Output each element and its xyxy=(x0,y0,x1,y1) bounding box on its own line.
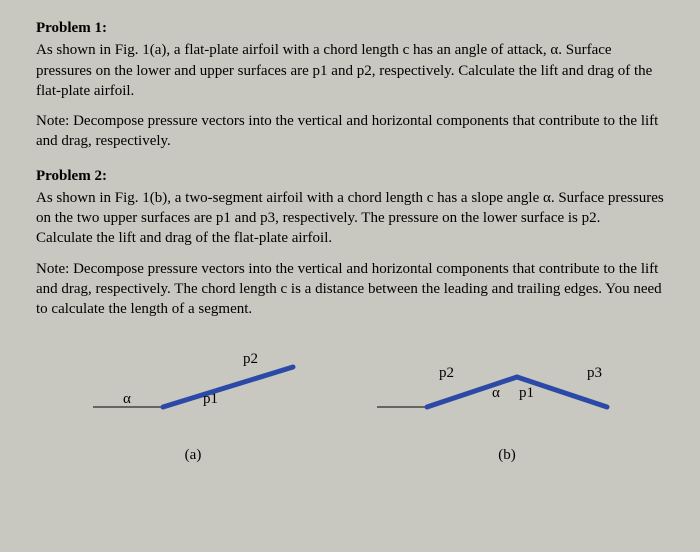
p1-label-a: p1 xyxy=(203,391,218,407)
figure-a: α p1 p2 (a) xyxy=(36,337,350,465)
flat-plate xyxy=(163,367,293,407)
p2-label-a: p2 xyxy=(243,351,258,367)
problem1-note: Note: Decompose pressure vectors into th… xyxy=(36,111,664,152)
p1-label-b: p1 xyxy=(519,385,534,401)
segment-1 xyxy=(427,377,517,407)
figure-b: p2 α p1 p3 (b) xyxy=(350,337,664,465)
problem2-title: Problem 2: xyxy=(36,166,664,186)
figures-row: α p1 p2 (a) p2 α p1 p3 (b) xyxy=(36,337,664,465)
figure-b-svg: p2 α p1 p3 xyxy=(367,337,647,427)
figure-b-caption: (b) xyxy=(498,445,516,465)
alpha-label-a: α xyxy=(123,391,131,407)
problem2-body: As shown in Fig. 1(b), a two-segment air… xyxy=(36,188,664,229)
p2-label-b: p2 xyxy=(439,365,454,381)
problem1-title: Problem 1: xyxy=(36,18,664,38)
figure-a-caption: (a) xyxy=(185,445,202,465)
problem2-body2: Calculate the lift and drag of the flat-… xyxy=(36,228,664,248)
p3-label-b: p3 xyxy=(587,365,602,381)
problem-sheet: Problem 1: As shown in Fig. 1(a), a flat… xyxy=(0,0,700,476)
figure-a-svg: α p1 p2 xyxy=(63,337,323,427)
alpha-label-b: α xyxy=(492,385,500,401)
problem2-note: Note: Decompose pressure vectors into th… xyxy=(36,259,664,320)
problem1-body: As shown in Fig. 1(a), a flat-plate airf… xyxy=(36,40,664,101)
